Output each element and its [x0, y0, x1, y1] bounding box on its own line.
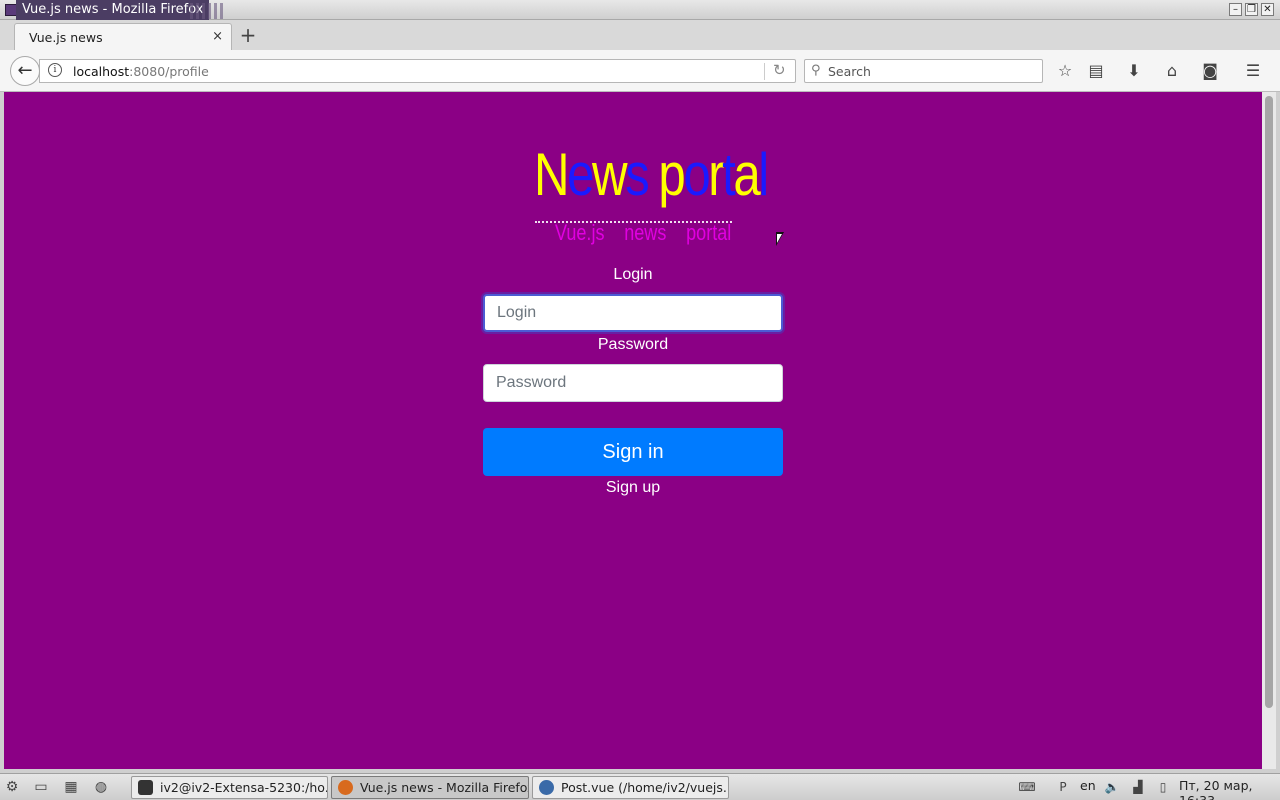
url-host: localhost [73, 64, 130, 79]
logo-letter: r [708, 141, 724, 208]
clock[interactable]: Пт, 20 мар, 16:33 [1179, 778, 1280, 800]
signup-link[interactable]: Sign up [483, 479, 783, 497]
mouse-cursor-icon [776, 232, 784, 246]
url-bar[interactable]: i localhost:8080/profile ↻ [39, 59, 796, 83]
page-viewport: News portal Vue.js news portal Login Pas… [4, 92, 1262, 769]
password-input[interactable] [483, 364, 783, 402]
logo-letter: s [625, 141, 650, 208]
logo-letter: t [722, 141, 736, 208]
taskbar-window-label: iv2@iv2-Extensa-5230:/ho... [160, 780, 328, 795]
password-label: Password [597, 336, 669, 353]
url-path: :8080/profile [129, 64, 209, 79]
login-label: Login [613, 266, 653, 283]
web-browser-launcher-icon[interactable]: ◍ [91, 777, 111, 797]
tab-label: Vue.js news [29, 30, 103, 45]
taskbar-window-label: Post.vue (/home/iv2/vuejs... [561, 780, 729, 795]
page-scrollbar[interactable] [1262, 92, 1276, 769]
start-menu-icon[interactable]: ⚙ [2, 777, 22, 797]
site-tagline: Vue.js news portal [555, 220, 732, 245]
menu-icon[interactable]: ☰ [1241, 59, 1265, 83]
logo-letter: o [683, 141, 710, 208]
titlebar-decoration [190, 3, 226, 19]
terminal-icon [138, 780, 153, 795]
url-separator [764, 63, 765, 80]
taskbar-window-terminal[interactable]: iv2@iv2-Extensa-5230:/ho... [131, 776, 328, 799]
logo-letter: w [591, 141, 628, 208]
editor-icon [539, 780, 554, 795]
file-manager-icon[interactable]: ▦ [61, 777, 81, 797]
reload-icon[interactable]: ↻ [773, 61, 786, 79]
search-input[interactable] [828, 62, 1028, 80]
logo-letter: p [658, 141, 685, 208]
p-indicator-icon[interactable]: P [1054, 778, 1072, 796]
keyboard-layout-icon[interactable]: ⌨ [1018, 778, 1036, 796]
search-icon: ⚲ [811, 63, 821, 78]
login-input[interactable] [483, 294, 783, 332]
pocket-icon[interactable]: ◙ [1198, 59, 1222, 83]
taskbar-window-label: Vue.js news - Mozilla Firefox [360, 780, 529, 795]
logo-letter: l [758, 141, 769, 208]
url-text[interactable]: localhost:8080/profile [73, 64, 209, 79]
window-title: Vue.js news - Mozilla Firefox [16, 0, 210, 20]
taskbar: ⚙ ▭ ▦ ◍ iv2@iv2-Extensa-5230:/ho... Vue.… [0, 773, 1280, 800]
navigation-toolbar: i localhost:8080/profile ↻ ← ⚲ ☆ ▤ ⬇ ⌂ ◙… [0, 50, 1280, 92]
minimize-button[interactable]: – [1229, 3, 1242, 16]
taskbar-window-firefox[interactable]: Vue.js news - Mozilla Firefox [331, 776, 529, 799]
tab-strip: Vue.js news × + [0, 20, 1280, 50]
taskbar-window-editor[interactable]: Post.vue (/home/iv2/vuejs... [532, 776, 729, 799]
window-close-button[interactable]: ✕ [1261, 3, 1274, 16]
back-button[interactable]: ← [10, 56, 40, 86]
logo-letter [647, 142, 658, 208]
network-icon[interactable]: ▟ [1129, 778, 1147, 796]
scrollbar-thumb[interactable] [1265, 96, 1273, 708]
downloads-icon[interactable]: ⬇ [1122, 59, 1146, 83]
window-frame-right [1276, 92, 1280, 769]
logo-letter: e [567, 141, 594, 208]
tab-vuejs-news[interactable]: Vue.js news × [14, 23, 232, 50]
show-desktop-icon[interactable]: ▭ [31, 777, 51, 797]
restore-button[interactable]: ❐ [1245, 3, 1258, 16]
battery-icon[interactable]: ▯ [1154, 778, 1172, 796]
back-arrow-icon: ← [17, 60, 33, 81]
firefox-icon [338, 780, 353, 795]
new-tab-button[interactable]: + [238, 23, 258, 47]
logo-letter: a [733, 141, 760, 208]
reading-list-icon[interactable]: ▤ [1084, 59, 1108, 83]
home-icon[interactable]: ⌂ [1160, 59, 1184, 83]
site-logo: News portal [534, 141, 769, 208]
site-info-icon[interactable]: i [48, 63, 62, 77]
logo-letter: N [534, 141, 570, 208]
language-indicator[interactable]: en [1080, 778, 1096, 793]
bookmark-star-icon[interactable]: ☆ [1053, 59, 1077, 83]
tab-close-icon[interactable]: × [212, 29, 223, 44]
window-titlebar: Vue.js news - Mozilla Firefox – ❐ ✕ [0, 0, 1280, 20]
signin-button[interactable]: Sign in [483, 428, 783, 476]
volume-icon[interactable]: 🔈 [1103, 778, 1121, 796]
search-bar[interactable]: ⚲ [804, 59, 1043, 83]
